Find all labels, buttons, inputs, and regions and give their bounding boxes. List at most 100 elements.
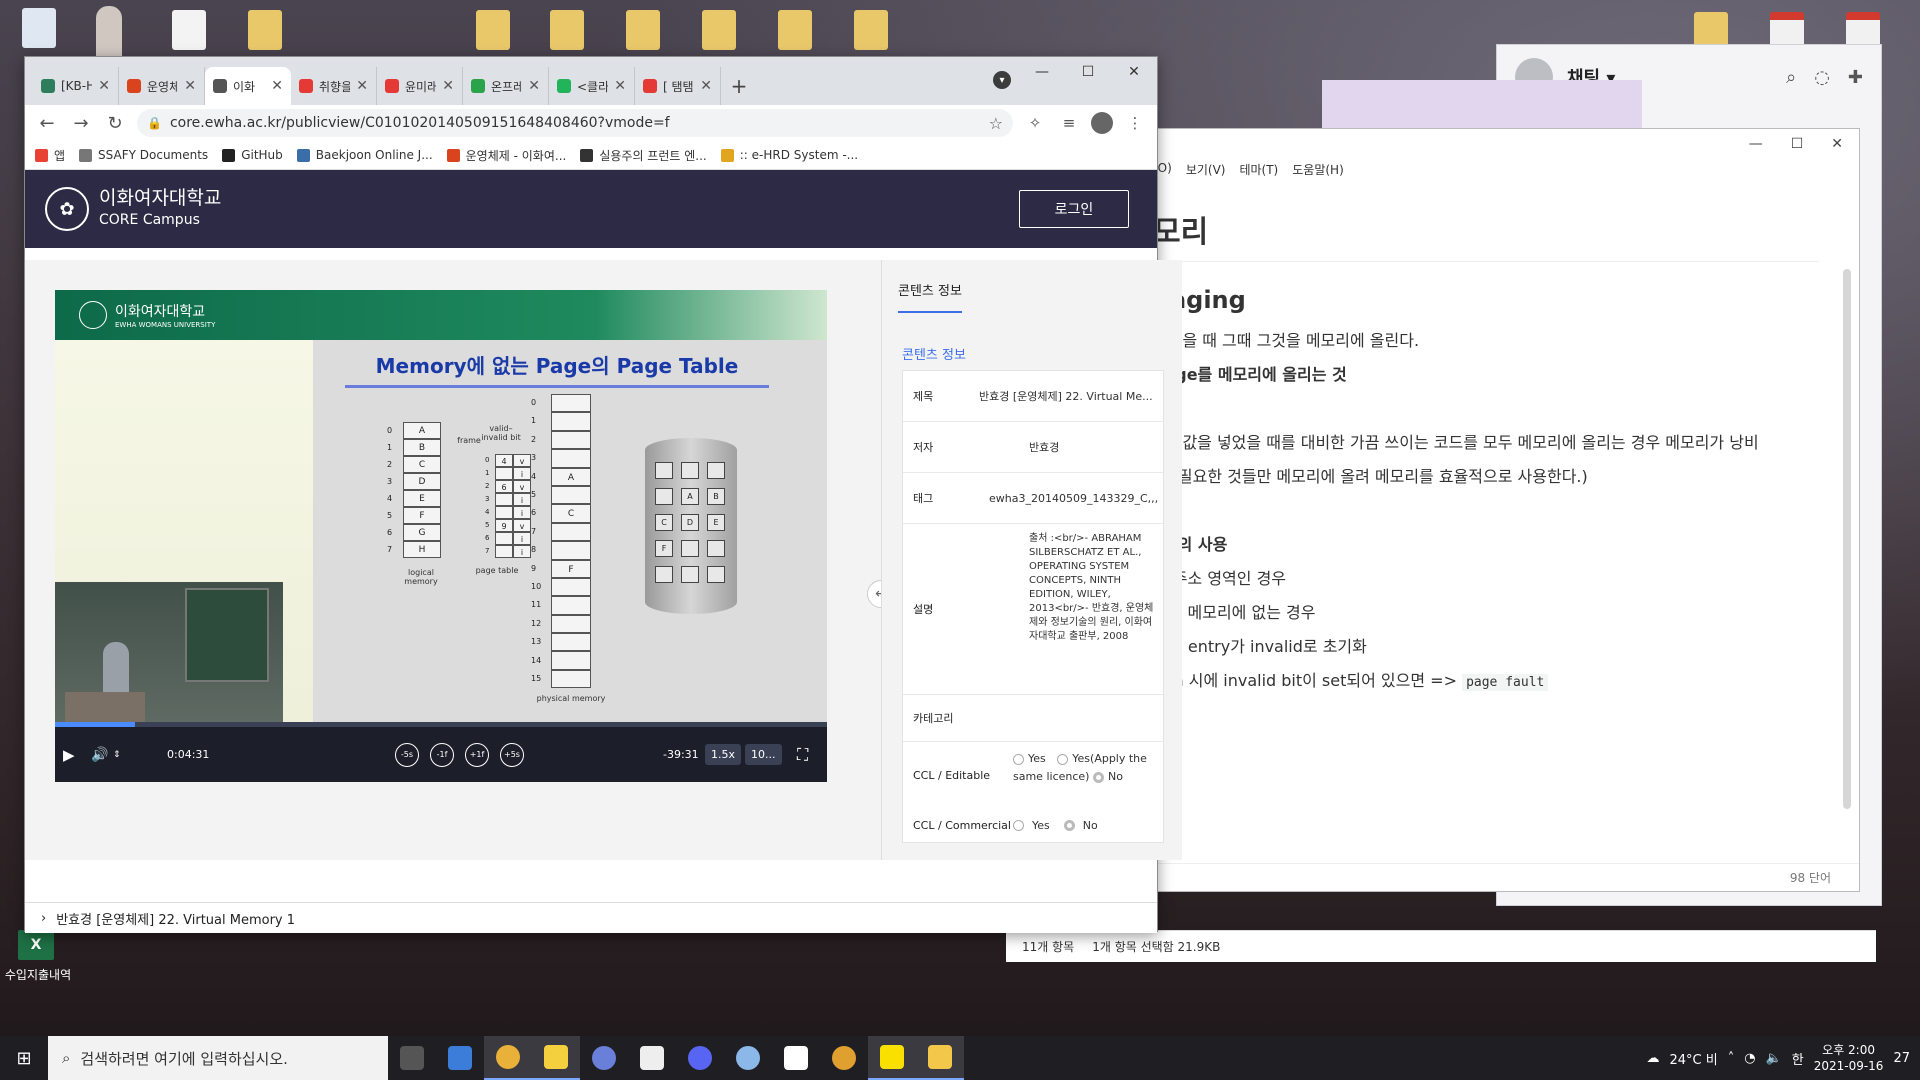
tab-content-info[interactable]: 콘텐츠 정보: [898, 280, 962, 313]
ccl-editable-yes-radio[interactable]: [1013, 753, 1024, 765]
close-tab-icon[interactable]: ✕: [184, 78, 196, 94]
browser-tab[interactable]: [ 탬탬 ✕: [635, 67, 721, 105]
taskbar-search-input[interactable]: ⌕ 검색하려면 여기에 입력하십시오.: [48, 1036, 388, 1080]
browser-tab[interactable]: <클라우 ✕: [549, 67, 635, 105]
playback-speed-button[interactable]: 1.5x: [705, 744, 742, 765]
slack-icon[interactable]: [820, 1036, 868, 1080]
windows-start-icon[interactable]: ⊞: [0, 1036, 48, 1080]
lock-icon[interactable]: 🔒: [147, 116, 162, 130]
volume-stepper-icon[interactable]: ⇕: [113, 750, 121, 760]
clock[interactable]: 오후 2:00 2021-09-16: [1814, 1042, 1884, 1074]
bookmark-item[interactable]: Baekjoon Online J...: [296, 148, 433, 162]
close-tab-icon[interactable]: ✕: [614, 78, 626, 94]
ccl-commercial-no-radio[interactable]: [1063, 819, 1075, 831]
editor-menu-item[interactable]: 테마(T): [1239, 161, 1278, 178]
new-chat-icon[interactable]: ✚: [1848, 67, 1863, 88]
task-view-icon[interactable]: [388, 1036, 436, 1080]
back-icon[interactable]: ←: [35, 111, 59, 135]
skip-forward-5s-button[interactable]: +5s: [500, 742, 524, 767]
file-explorer-icon[interactable]: [916, 1036, 964, 1080]
ccl-editable-no-radio[interactable]: [1092, 771, 1104, 783]
browser-tab[interactable]: 온프레 ✕: [463, 67, 549, 105]
close-tab-icon[interactable]: ✕: [700, 78, 712, 94]
browser-tab[interactable]: 윤미래 ✕: [377, 67, 463, 105]
extensions-icon[interactable]: ✧: [1023, 111, 1047, 135]
course-breadcrumb[interactable]: › 반효경 [운영체제] 22. Virtual Memory 1: [25, 902, 1157, 933]
frame-back-button[interactable]: -1f: [430, 742, 454, 767]
bookmark-item[interactable]: GitHub: [222, 148, 283, 162]
typora-icon[interactable]: [772, 1036, 820, 1080]
desktop-folder-icon[interactable]: [702, 10, 736, 50]
chevron-right-icon[interactable]: ›: [41, 911, 46, 926]
chat-app-icon[interactable]: [580, 1036, 628, 1080]
new-tab-button[interactable]: +: [721, 67, 757, 105]
frame-forward-button[interactable]: +1f: [465, 742, 489, 767]
chrome-icon[interactable]: [484, 1036, 532, 1080]
chevron-up-icon[interactable]: ˄: [1728, 1051, 1735, 1066]
bookmark-item[interactable]: 운영체제 - 이화여...: [446, 147, 566, 164]
discord-icon[interactable]: [676, 1036, 724, 1080]
bookmark-item[interactable]: 앱: [35, 147, 65, 164]
editor-document[interactable]: 모리 Paging 되었을 때 그때 그것을 메모리에 올린다. page를 메모리에…: [1153, 207, 1819, 706]
search-icon[interactable]: ⌕: [1786, 67, 1796, 88]
desktop-document-icon[interactable]: [172, 10, 206, 50]
volume-icon[interactable]: 🔊: [91, 747, 108, 763]
kakaotalk-icon[interactable]: [868, 1036, 916, 1080]
minimize-icon[interactable]: —: [1019, 57, 1065, 87]
fullscreen-icon[interactable]: ⛶: [797, 745, 808, 765]
desktop-folder-icon[interactable]: [854, 10, 888, 50]
bookmark-item[interactable]: SSAFY Documents: [79, 148, 208, 162]
desktop-folder-icon[interactable]: [476, 10, 510, 50]
close-tab-icon[interactable]: ✕: [356, 78, 368, 94]
excel-file-icon[interactable]: X: [18, 930, 54, 960]
ccl-editable-apply-radio[interactable]: [1057, 753, 1069, 765]
skip-back-5s-button[interactable]: -5s: [395, 742, 419, 767]
browser-tab[interactable]: 취향을 ✕: [291, 67, 377, 105]
volume-icon[interactable]: 🔈: [1766, 1051, 1782, 1066]
close-tab-icon[interactable]: ✕: [271, 78, 283, 94]
bookmark-star-icon[interactable]: ☆: [989, 114, 1003, 133]
desktop-folder-icon[interactable]: [248, 10, 282, 50]
notion-icon[interactable]: [628, 1036, 676, 1080]
login-button[interactable]: 로그인: [1019, 190, 1129, 228]
desktop-folder-icon[interactable]: [550, 10, 584, 50]
media-controls-icon[interactable]: ≡: [1057, 111, 1081, 135]
paint-icon[interactable]: [724, 1036, 772, 1080]
editor-scrollbar[interactable]: [1843, 269, 1851, 809]
desktop-folder-icon[interactable]: [778, 10, 812, 50]
network-icon[interactable]: ◔: [1744, 1051, 1755, 1066]
course-title[interactable]: 반효경 [운영체제] 22. Virtual Memory 1: [56, 909, 295, 928]
close-icon[interactable]: ✕: [1831, 136, 1843, 152]
site-logo[interactable]: 이화여자대학교 CORE Campus: [99, 187, 221, 231]
forward-icon[interactable]: →: [69, 111, 93, 135]
close-tab-icon[interactable]: ✕: [442, 78, 454, 94]
recycle-bin-icon[interactable]: [22, 8, 56, 48]
bookmark-item[interactable]: 실용주의 프런트 엔...: [580, 147, 707, 164]
weather-icon[interactable]: ☁: [1646, 1051, 1659, 1066]
tab-search-icon[interactable]: ▾: [993, 71, 1011, 89]
editor-menu-item[interactable]: 도움말(H): [1292, 161, 1344, 178]
desktop-folder-icon[interactable]: [626, 10, 660, 50]
ccl-commercial-yes-radio[interactable]: [1013, 819, 1024, 831]
bookmark-item[interactable]: :: e-HRD System -...: [720, 148, 858, 162]
browser-tab[interactable]: [KB-HRD ✕: [33, 67, 119, 105]
minimize-icon[interactable]: —: [1749, 136, 1763, 152]
close-icon[interactable]: ✕: [1111, 57, 1157, 87]
mail-icon[interactable]: [436, 1036, 484, 1080]
ime-icon[interactable]: 한: [1792, 1049, 1804, 1068]
browser-tab[interactable]: 이화 ✕: [205, 67, 291, 105]
close-tab-icon[interactable]: ✕: [98, 78, 110, 94]
maximize-icon[interactable]: ☐: [1065, 57, 1111, 87]
maximize-icon[interactable]: ☐: [1791, 136, 1804, 152]
video-player[interactable]: 이화여자대학교 EWHA WOMANS UNIVERSITY Memory에 없…: [55, 290, 827, 782]
video-frame[interactable]: 이화여자대학교 EWHA WOMANS UNIVERSITY Memory에 없…: [55, 290, 827, 722]
close-tab-icon[interactable]: ✕: [528, 78, 540, 94]
play-icon[interactable]: ▶: [63, 746, 75, 764]
university-emblem-icon[interactable]: ✿: [45, 187, 89, 231]
reload-icon[interactable]: ↻: [103, 111, 127, 135]
more-menu-icon[interactable]: ⋮: [1123, 111, 1147, 135]
sticky-notes-icon[interactable]: [532, 1036, 580, 1080]
url-text[interactable]: core.ewha.ac.kr/publicview/C010102014050…: [170, 115, 670, 131]
browser-tab[interactable]: 운영체제 ✕: [119, 67, 205, 105]
open-chat-icon[interactable]: ◌: [1814, 67, 1830, 88]
